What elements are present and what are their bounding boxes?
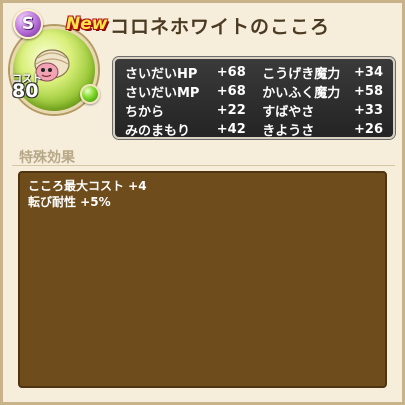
- effect-line: 転び耐性 +5%: [28, 195, 111, 209]
- stat-row: さいだいMP +68 かいふく魔力 +58: [125, 82, 383, 101]
- stat-value: +26: [354, 122, 383, 137]
- stat-value: +58: [354, 84, 383, 99]
- new-badge: New: [66, 14, 108, 34]
- stat-name: ちから: [125, 105, 165, 120]
- cost-value: 80: [12, 80, 39, 102]
- stat-row: さいだいHP +68 こうげき魔力 +34: [125, 63, 383, 82]
- stat-value: +34: [354, 65, 383, 80]
- effect-line: こころ最大コスト +4: [28, 179, 147, 193]
- stat-name: きようさ: [262, 124, 315, 139]
- stat-name: みのまもり: [125, 124, 191, 139]
- special-effects-panel[interactable]: こころ最大コスト +4 転び耐性 +5%: [18, 171, 387, 388]
- heart-title: コロネホワイトのこころ: [110, 16, 331, 38]
- gem-icon: [80, 84, 100, 104]
- stat-name: かいふく魔力: [262, 86, 341, 101]
- stat-name: さいだいHP: [125, 67, 198, 82]
- stat-name: さいだいMP: [125, 86, 200, 101]
- stat-value: +68: [216, 65, 246, 80]
- stat-row: みのまもり +42 きようさ +26: [125, 120, 383, 139]
- stat-row: ちから +22 すばやさ +33: [125, 101, 383, 120]
- rank-badge: S: [13, 9, 43, 39]
- special-effects-label: 特殊効果: [19, 150, 75, 166]
- stat-value: +22: [216, 103, 246, 118]
- stat-value: +68: [216, 84, 246, 99]
- stats-panel: さいだいHP +68 こうげき魔力 +34 さいだいMP +68 かいふく魔力 …: [113, 57, 395, 139]
- stat-name: すばやさ: [262, 105, 315, 120]
- stat-name: こうげき魔力: [262, 67, 341, 82]
- stat-value: +33: [354, 103, 383, 118]
- section-divider: [12, 165, 395, 166]
- stat-value: +42: [216, 122, 246, 137]
